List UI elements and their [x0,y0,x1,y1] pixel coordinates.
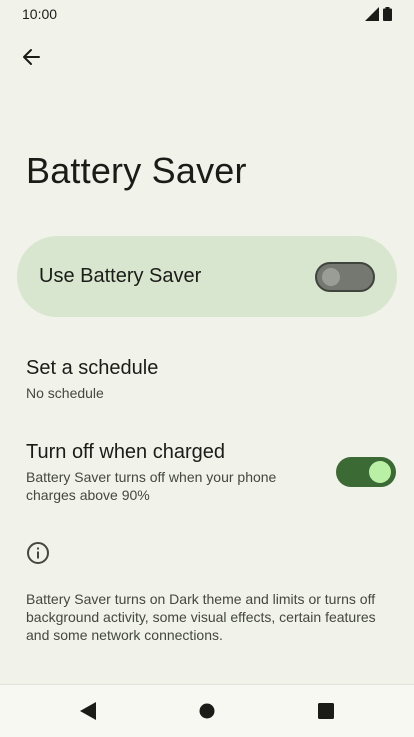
nav-home-icon [199,703,215,719]
turn-off-when-charged-subtitle: Battery Saver turns off when your phone … [26,469,277,503]
status-icons [365,7,392,21]
set-schedule-title: Set a schedule [26,357,159,379]
status-time: 10:00 [22,6,58,22]
info-icon [27,542,49,564]
status-bar: 10:00 [0,0,414,28]
use-battery-saver-switch[interactable] [315,261,375,292]
navigation-bar [0,684,414,737]
nav-back-icon [80,702,96,720]
set-schedule-subtitle: No schedule [26,385,104,401]
switch-knob [369,461,391,483]
turn-off-when-charged-switch[interactable] [336,457,396,487]
page-title: Battery Saver [26,150,247,191]
nav-home-button[interactable] [195,699,219,723]
nav-recents-button[interactable] [314,699,338,723]
turn-off-when-charged-item[interactable]: Turn off when charged Battery Saver turn… [26,440,396,508]
switch-knob [322,267,340,286]
back-button[interactable] [14,40,48,74]
back-arrow-icon [23,49,40,65]
nav-back-button[interactable] [76,699,100,723]
nav-recents-icon [318,703,334,719]
set-schedule-item[interactable]: Set a schedule No schedule [26,356,386,402]
turn-off-when-charged-title: Turn off when charged [26,441,226,463]
use-battery-saver-row[interactable]: Use Battery Saver [17,236,397,317]
use-battery-saver-label: Use Battery Saver [39,265,202,287]
battery-icon [383,7,392,21]
signal-icon [365,7,379,21]
battery-saver-description: Battery Saver turns on Dark theme and li… [26,591,376,643]
turn-off-when-charged-text: Turn off when charged Battery Saver turn… [26,440,316,504]
